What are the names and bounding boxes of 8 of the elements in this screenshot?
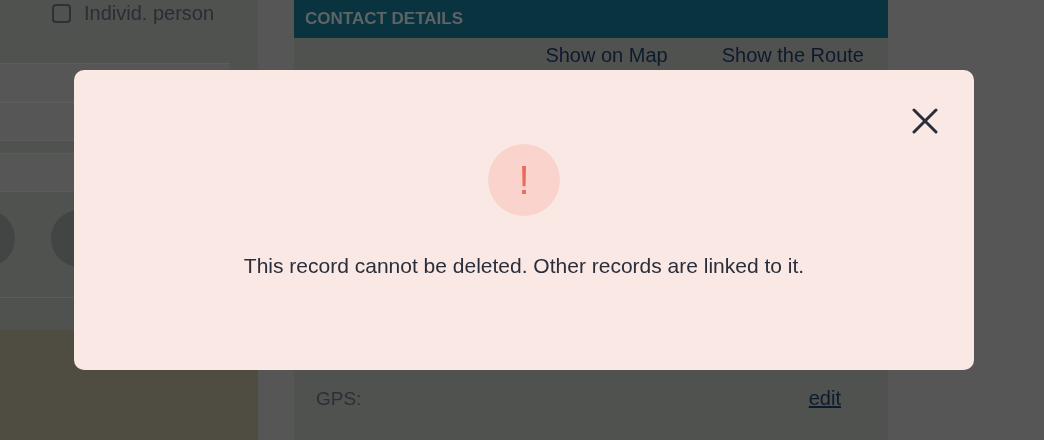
warning-icon: ! bbox=[488, 144, 560, 216]
edit-link[interactable]: edit bbox=[808, 387, 841, 410]
section-header: CONTACT DETAILS bbox=[294, 0, 888, 38]
alert-message: This record cannot be deleted. Other records are linked to it. bbox=[243, 254, 805, 278]
link[interactable]: Show the Route bbox=[721, 44, 864, 67]
close-icon[interactable] bbox=[912, 108, 938, 134]
link[interactable]: Show on Map bbox=[545, 44, 668, 67]
checkbox[interactable] bbox=[52, 3, 71, 23]
